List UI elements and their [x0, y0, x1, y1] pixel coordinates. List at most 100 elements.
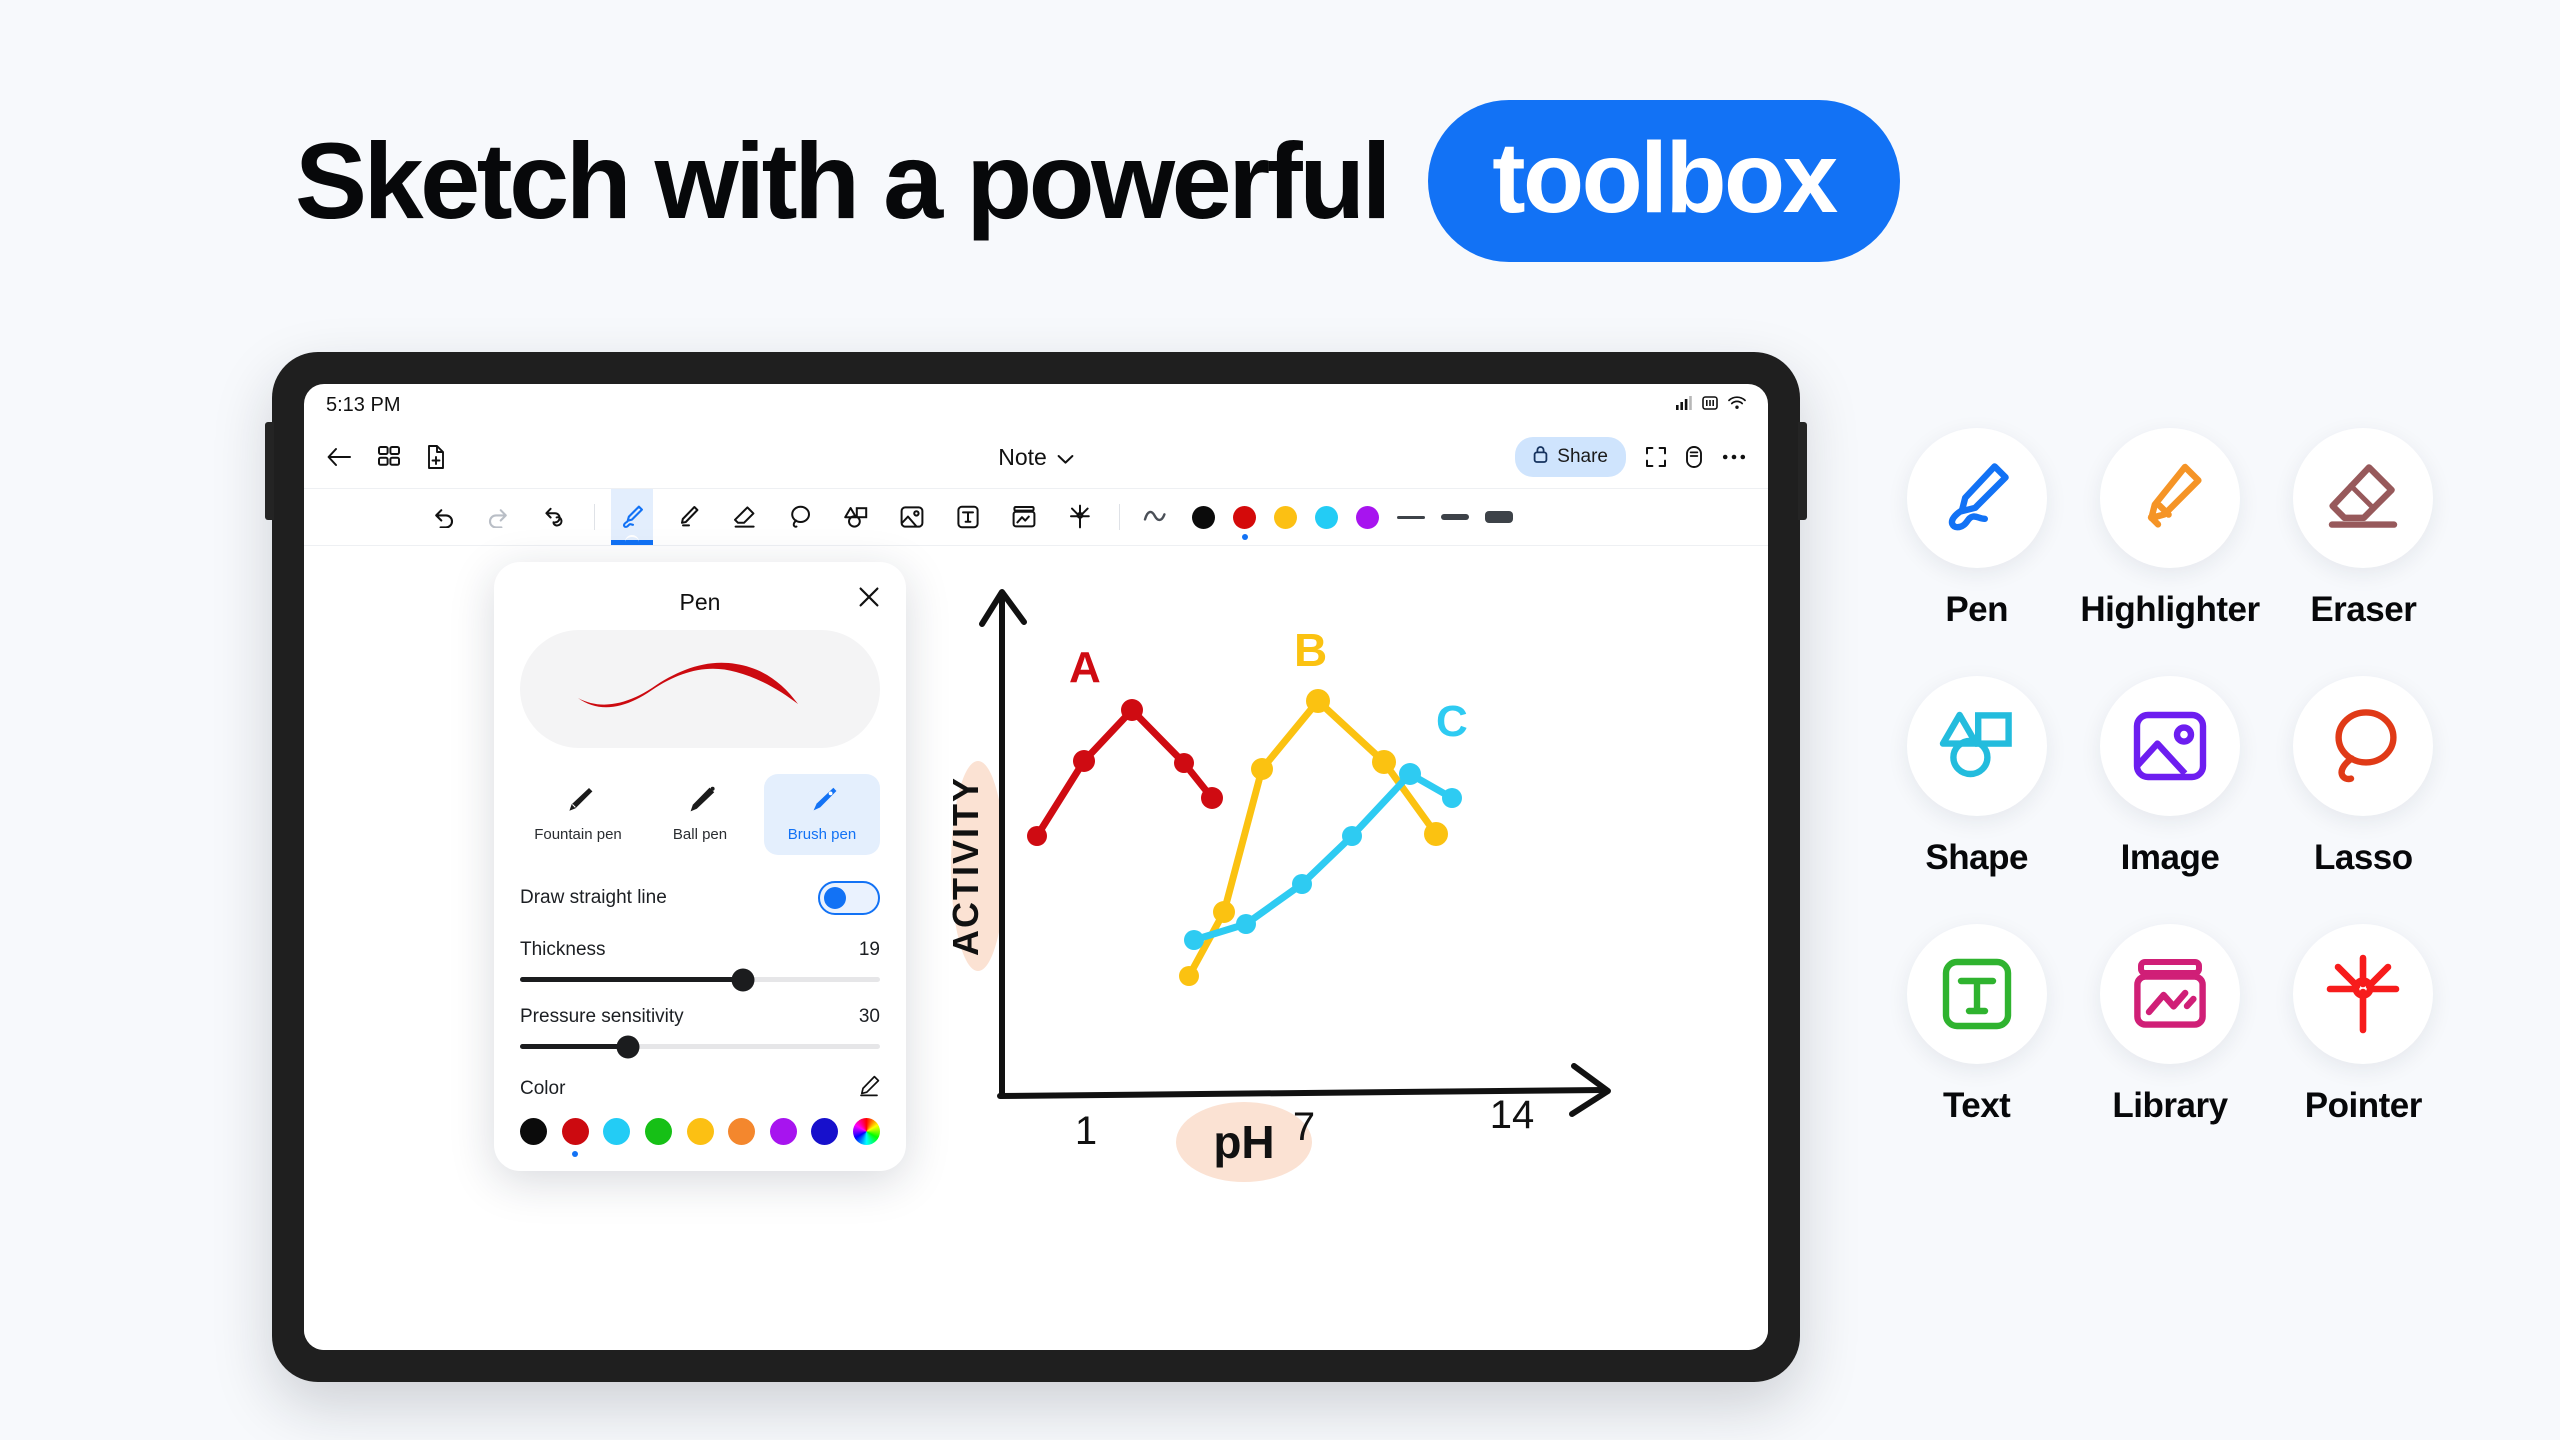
color-swatch-cyan[interactable] [1315, 505, 1338, 529]
headline-text: Sketch with a powerful [295, 120, 1392, 241]
pen-color-orange[interactable] [728, 1118, 756, 1145]
pressure-slider-block: Pressure sensitivity 30 [520, 1006, 880, 1058]
app-bar: Note Share [304, 426, 1768, 488]
color-divider [1119, 504, 1120, 530]
close-icon[interactable] [858, 586, 880, 613]
toolbox-item-pen[interactable]: Pen [1880, 428, 2073, 630]
color-header: Color [520, 1075, 880, 1102]
squiggle-icon[interactable] [1136, 489, 1178, 545]
pen-type-brush[interactable]: Brush pen [764, 774, 880, 855]
share-button[interactable]: Share [1515, 437, 1626, 477]
toolbox-badge-label: toolbox [1492, 122, 1838, 234]
pen-color-blue[interactable] [811, 1118, 839, 1145]
pressure-track[interactable] [520, 1035, 880, 1058]
volume-button[interactable] [265, 422, 274, 520]
pressure-label: Pressure sensitivity [520, 1006, 684, 1027]
fullscreen-icon[interactable] [1646, 447, 1666, 467]
pen-panel-title: Pen [679, 588, 721, 615]
toolbox-item-image-label: Image [2120, 838, 2220, 877]
back-arrow-icon[interactable] [326, 446, 352, 468]
document-title-label: Note [998, 443, 1047, 470]
pointer-icon [2327, 954, 2400, 1034]
lasso-icon-circle [2293, 676, 2434, 816]
pen-type-brush-label: Brush pen [787, 826, 857, 843]
pen-color-purple[interactable] [769, 1118, 797, 1145]
undo-icon[interactable] [422, 489, 464, 545]
toolbox-badge: toolbox [1428, 100, 1900, 262]
pen-type-fountain[interactable]: Fountain pen [520, 774, 636, 855]
color-swatch-amber[interactable] [1274, 505, 1297, 529]
straight-line-toggle[interactable] [818, 881, 880, 915]
toolbox-item-highlighter-label: Highlighter [2080, 590, 2260, 629]
series-a: A [1027, 643, 1223, 846]
thickness-thin[interactable] [1397, 515, 1425, 519]
highlighter-tool[interactable] [667, 489, 709, 545]
pen-type-ball[interactable]: Ball pen [642, 774, 758, 855]
toolbox-item-pointer[interactable]: Pointer [2267, 924, 2460, 1126]
image-tool[interactable] [891, 489, 933, 545]
toolbox-item-library[interactable]: Library [2073, 924, 2266, 1126]
pressure-knob[interactable] [616, 1035, 640, 1058]
thickness-slider-block: Thickness 19 [520, 939, 880, 991]
tablet-device: 5:13 PM Note Share ACTIVITY 1 7 14 pH A … [265, 352, 1807, 1382]
toolbox-item-image[interactable]: Image [2073, 676, 2266, 878]
toolbox-item-highlighter[interactable]: Highlighter [2073, 428, 2266, 630]
chevron-down-icon[interactable] [1057, 444, 1074, 471]
pointer-tool[interactable] [1059, 489, 1101, 545]
wifi-icon [1728, 395, 1746, 415]
new-page-icon[interactable] [426, 445, 446, 469]
pen-settings-panel: Pen Fountain pen Ball pen Brush pen Draw… [494, 562, 906, 1171]
stroke-preview [520, 630, 880, 748]
toolbox-item-lasso[interactable]: Lasso [2267, 676, 2460, 878]
pen-color-red[interactable] [561, 1118, 589, 1145]
redo-icon[interactable] [478, 489, 520, 545]
pen-color-amber[interactable] [686, 1118, 714, 1145]
color-swatch-purple[interactable] [1356, 505, 1379, 529]
pages-icon[interactable] [1686, 446, 1702, 468]
thickness-medium[interactable] [1441, 514, 1469, 520]
status-icons [1676, 395, 1746, 415]
lasso-tool[interactable] [779, 489, 821, 545]
grid-icon[interactable] [378, 446, 400, 468]
undo-gesture-icon[interactable] [534, 489, 576, 545]
pen-color-cyan[interactable] [603, 1118, 631, 1145]
edit-pencil-icon[interactable] [858, 1075, 880, 1102]
color-wheel-icon[interactable] [853, 1118, 880, 1145]
color-swatch-black[interactable] [1192, 505, 1215, 529]
toolbox-item-text[interactable]: Text [1880, 924, 2073, 1126]
pen-type-selector: Fountain pen Ball pen Brush pen [520, 774, 880, 855]
text-tool[interactable] [947, 489, 989, 545]
pressure-fill [520, 1044, 628, 1049]
shape-tool[interactable] [835, 489, 877, 545]
pen-color-green[interactable] [644, 1118, 672, 1145]
toolbox-item-text-label: Text [1942, 1086, 2011, 1125]
highlighter-icon-circle [2099, 428, 2240, 568]
series-b-label: B [1294, 624, 1327, 676]
status-bar: 5:13 PM [304, 384, 1768, 426]
pen-icon-circle [1906, 428, 2047, 568]
thickness-knob[interactable] [731, 968, 755, 991]
more-icon[interactable] [1722, 453, 1746, 461]
pen-tool[interactable] [611, 489, 653, 545]
straight-line-label: Draw straight line [520, 887, 667, 908]
toolbox-item-shape[interactable]: Shape [1880, 676, 2073, 878]
app-bar-left [326, 445, 446, 469]
library-tool[interactable] [1003, 489, 1045, 545]
thickness-thick[interactable] [1485, 511, 1513, 523]
power-button[interactable] [1798, 422, 1807, 520]
lock-icon [1533, 445, 1548, 469]
thickness-track[interactable] [520, 968, 880, 991]
pressure-value: 30 [858, 1006, 880, 1027]
x-tick-1: 1 [1075, 1109, 1097, 1153]
app-bar-right: Share [1515, 437, 1746, 477]
color-swatch-red[interactable] [1233, 505, 1256, 529]
color-swatch-row [520, 1118, 880, 1145]
pen-color-black[interactable] [520, 1118, 547, 1145]
eraser-icon [2329, 464, 2398, 528]
toolbox-item-eraser[interactable]: Eraser [2267, 428, 2460, 630]
note-canvas[interactable]: ACTIVITY 1 7 14 pH A B C Pen Fountain pe… [304, 546, 1768, 1350]
color-label: Color [520, 1077, 566, 1099]
series-c-label: C [1436, 697, 1468, 746]
eraser-tool[interactable] [723, 489, 765, 545]
library-icon-circle [2099, 924, 2240, 1064]
